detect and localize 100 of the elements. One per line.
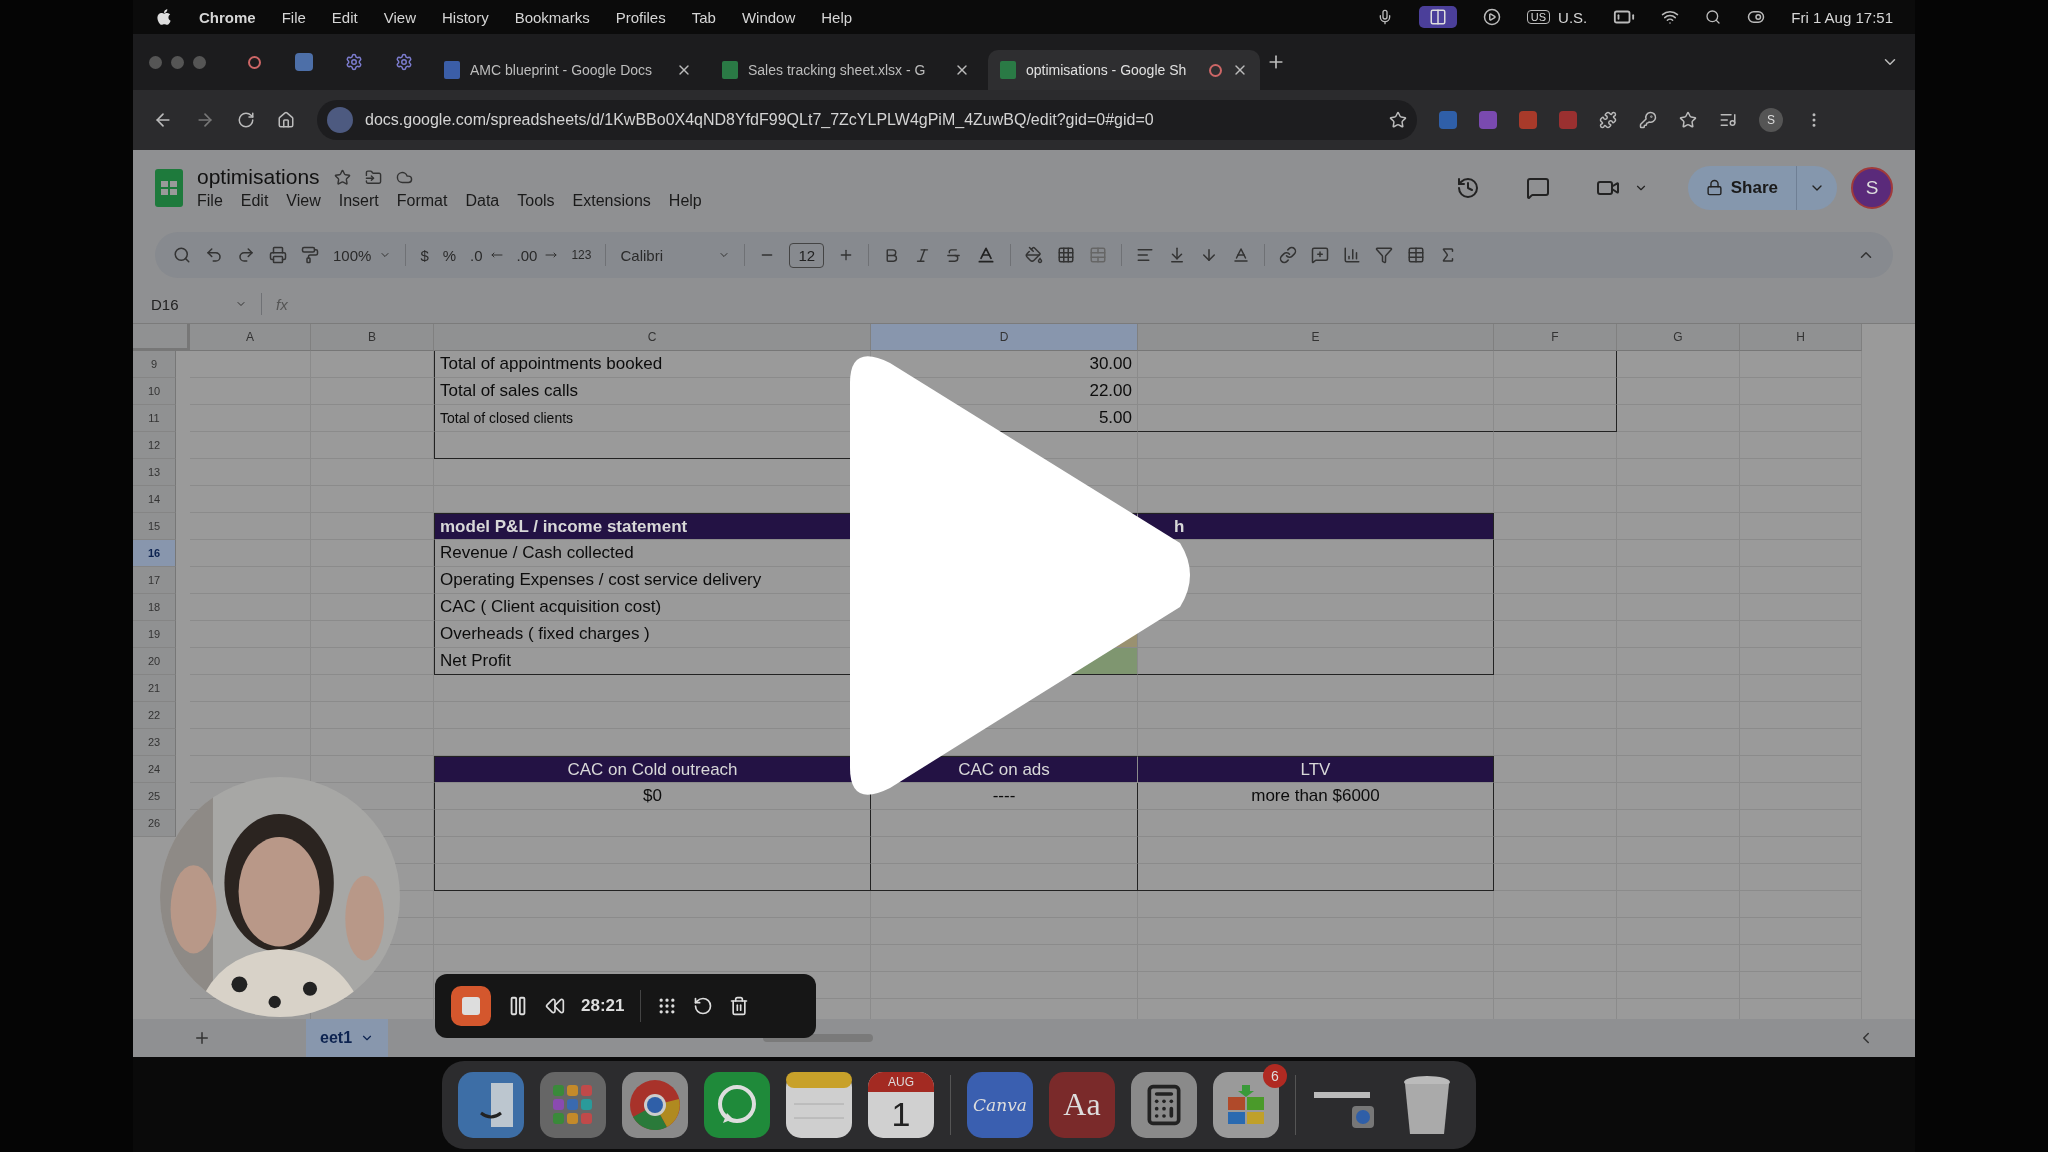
store-app[interactable] bbox=[1213, 1071, 1279, 1138]
gear-icon[interactable] bbox=[345, 53, 363, 71]
sheet-tab[interactable]: eet1 bbox=[306, 1019, 389, 1057]
row-header[interactable]: 23 bbox=[133, 729, 176, 756]
currency-format-button[interactable]: $ bbox=[420, 246, 429, 264]
borders-icon[interactable] bbox=[1057, 246, 1076, 264]
menu-item[interactable]: Format bbox=[396, 192, 448, 210]
text-rotation-icon[interactable] bbox=[1232, 246, 1251, 264]
screen-share-indicator[interactable] bbox=[1418, 6, 1457, 28]
clock[interactable]: Fri 1 Aug 17:51 bbox=[1791, 8, 1893, 26]
row-header[interactable]: 14 bbox=[133, 486, 176, 513]
launchpad-icon[interactable] bbox=[540, 1071, 606, 1138]
row-header[interactable]: 13 bbox=[133, 459, 176, 486]
print-icon[interactable] bbox=[269, 246, 287, 264]
comment-icon[interactable] bbox=[1525, 175, 1550, 200]
restart-icon[interactable] bbox=[693, 996, 714, 1016]
menu-item[interactable]: Window bbox=[741, 8, 796, 26]
align-icon[interactable] bbox=[1136, 246, 1155, 264]
column-header[interactable]: H bbox=[1740, 324, 1862, 351]
reload-icon[interactable] bbox=[237, 111, 255, 129]
finder-icon[interactable] bbox=[458, 1071, 524, 1138]
zoom-dropdown[interactable]: 100% bbox=[333, 246, 392, 264]
site-info-icon[interactable] bbox=[327, 107, 353, 133]
media-icon[interactable] bbox=[1719, 111, 1737, 129]
history-icon[interactable] bbox=[1455, 175, 1480, 200]
row-header[interactable]: 12 bbox=[133, 432, 176, 459]
bookmark-icon[interactable] bbox=[1389, 111, 1407, 129]
table-icon[interactable] bbox=[1407, 246, 1426, 264]
menu-item[interactable]: View bbox=[286, 192, 321, 210]
input-source[interactable]: U.S. bbox=[1558, 8, 1588, 26]
menu-item[interactable]: View bbox=[383, 8, 416, 26]
stop-button[interactable] bbox=[451, 986, 491, 1026]
menu-item[interactable]: Help bbox=[821, 8, 853, 26]
star-icon[interactable] bbox=[1679, 111, 1697, 129]
row-header[interactable]: 9 bbox=[133, 351, 176, 378]
wifi-icon[interactable] bbox=[1661, 8, 1680, 26]
row-header[interactable]: 21 bbox=[133, 675, 176, 702]
row-header[interactable]: 20 bbox=[133, 648, 176, 675]
increase-decimal-button[interactable]: .00 bbox=[516, 246, 558, 264]
column-header[interactable]: F bbox=[1494, 324, 1617, 351]
chat-icon[interactable] bbox=[704, 1071, 770, 1138]
input-badge[interactable]: US bbox=[1526, 10, 1551, 24]
menu-item[interactable]: File bbox=[197, 192, 223, 210]
extensions-icon[interactable] bbox=[1599, 111, 1617, 129]
row-header[interactable]: 15 bbox=[133, 513, 176, 540]
menu-item[interactable]: Data bbox=[465, 192, 500, 210]
address-field[interactable]: docs.google.com/spreadsheets/d/1KwBBo0X4qND8YfdF99QLt7_7ZcYLPLW4gPiM_4ZuwBQ/edit?gid=0#gid=0 bbox=[317, 100, 1417, 140]
menu-item[interactable]: Tab bbox=[691, 8, 716, 26]
column-header[interactable]: E bbox=[1138, 324, 1494, 351]
column-header[interactable]: B bbox=[311, 324, 434, 351]
dictionary-app[interactable]: Aa bbox=[1049, 1071, 1115, 1138]
add-sheet-icon[interactable] bbox=[193, 1029, 211, 1047]
row-header[interactable]: 25 bbox=[133, 783, 176, 810]
paint-format-icon[interactable] bbox=[301, 246, 319, 264]
decrease-decimal-button[interactable]: .0 bbox=[470, 246, 503, 264]
record-icon[interactable] bbox=[247, 55, 261, 69]
number-format-button[interactable]: 123 bbox=[571, 248, 592, 262]
row-header[interactable]: 16 bbox=[133, 540, 176, 567]
chart-icon[interactable] bbox=[1343, 246, 1362, 264]
row-header[interactable]: 24 bbox=[133, 756, 176, 783]
menu-item[interactable]: Tools bbox=[517, 192, 555, 210]
row-header[interactable]: 19 bbox=[133, 621, 176, 648]
redo-icon[interactable] bbox=[237, 246, 255, 264]
percent-format-button[interactable]: % bbox=[442, 246, 457, 264]
column-header[interactable]: G bbox=[1617, 324, 1740, 351]
column-header[interactable]: C bbox=[434, 324, 871, 351]
canva-app[interactable]: Canva bbox=[967, 1071, 1033, 1138]
play-icon[interactable] bbox=[1482, 8, 1501, 26]
calculator-icon[interactable] bbox=[1131, 1071, 1197, 1138]
apple-icon[interactable] bbox=[155, 8, 173, 26]
menu-item[interactable]: Chrome bbox=[199, 8, 256, 26]
undo-icon[interactable] bbox=[205, 246, 223, 264]
browser-tab[interactable]: Sales tracking sheet.xlsx - G bbox=[710, 50, 982, 90]
delete-icon[interactable] bbox=[729, 996, 750, 1016]
star-icon[interactable] bbox=[333, 168, 351, 186]
control-center-icon[interactable] bbox=[1747, 8, 1766, 26]
row-header[interactable]: 11 bbox=[133, 405, 176, 432]
menu-item[interactable]: Bookmarks bbox=[514, 8, 590, 26]
row-header[interactable]: 18 bbox=[133, 594, 176, 621]
row-header[interactable]: 22 bbox=[133, 702, 176, 729]
profile-avatar[interactable]: S bbox=[1759, 108, 1783, 132]
share-button[interactable]: Share bbox=[1687, 165, 1837, 210]
font-dropdown[interactable]: Calibri bbox=[620, 246, 731, 264]
browser-tab[interactable]: optimisations - Google Sh bbox=[988, 50, 1260, 90]
menu-item[interactable]: Insert bbox=[338, 192, 379, 210]
column-header[interactable]: D bbox=[871, 324, 1138, 351]
row-header[interactable]: 10 bbox=[133, 378, 176, 405]
key-icon[interactable] bbox=[1639, 111, 1657, 129]
chrome-icon[interactable] bbox=[622, 1071, 688, 1138]
menu-item[interactable]: Extensions bbox=[572, 192, 651, 210]
fill-color-icon[interactable] bbox=[1025, 246, 1044, 264]
browser-tab[interactable]: AMC blueprint - Google Docs bbox=[432, 50, 704, 90]
home-icon[interactable] bbox=[277, 111, 295, 129]
gear-icon[interactable] bbox=[395, 53, 413, 71]
folder-icon[interactable] bbox=[364, 168, 382, 186]
menu-item[interactable]: Edit bbox=[331, 8, 358, 26]
link-icon[interactable] bbox=[1279, 246, 1298, 264]
row-header[interactable]: 17 bbox=[133, 567, 176, 594]
menu-item[interactable]: File bbox=[281, 8, 306, 26]
calendar-app[interactable]: AUG 1 bbox=[868, 1071, 934, 1138]
